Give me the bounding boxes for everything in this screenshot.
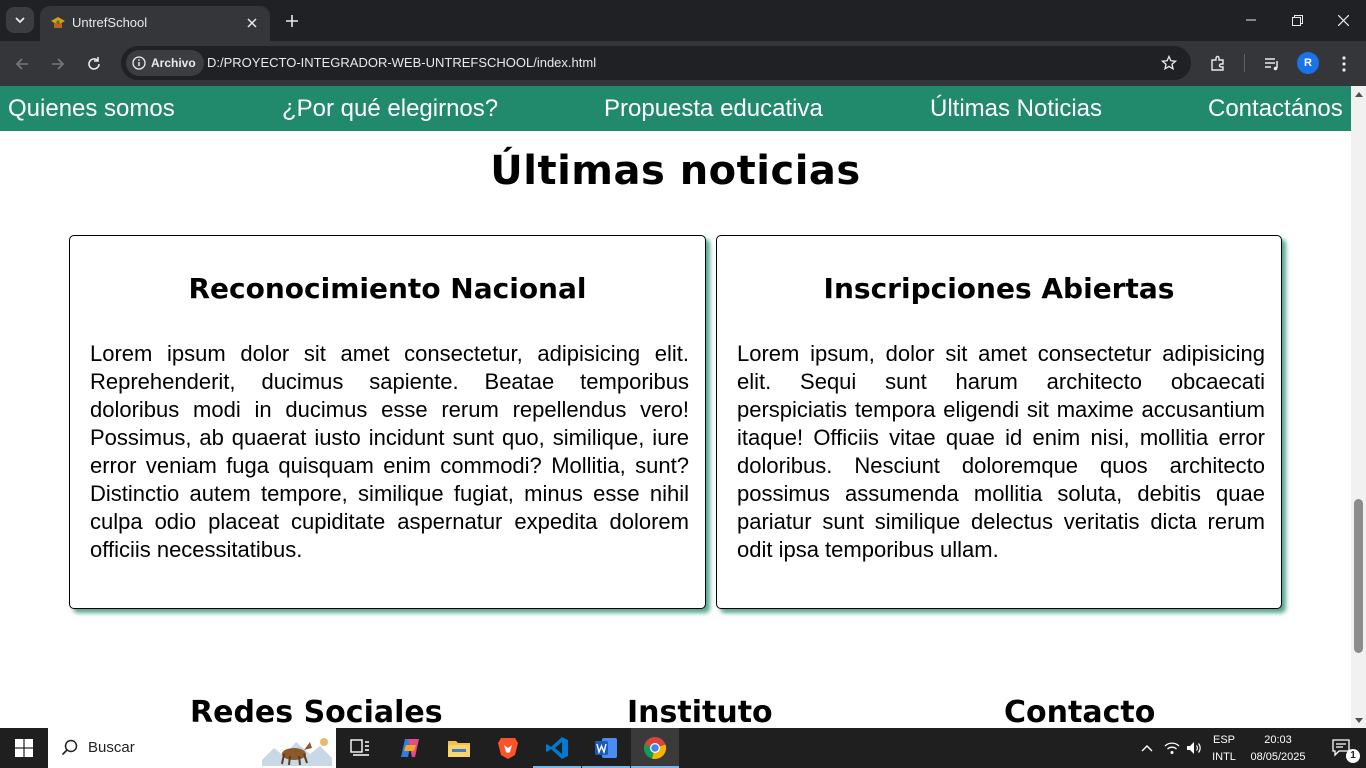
search-icon	[61, 739, 78, 756]
media-queue-icon	[1265, 58, 1278, 71]
start-button[interactable]	[0, 728, 48, 768]
browser-tab[interactable]: UntrefSchool	[40, 6, 270, 41]
page-scrollbar[interactable]	[1351, 86, 1366, 728]
scroll-thumb[interactable]	[1354, 499, 1363, 653]
taskbar-vscode[interactable]	[533, 728, 581, 768]
nav-link-contactanos[interactable]: Contactános	[1208, 95, 1343, 123]
media-controls-button[interactable]	[1258, 50, 1286, 78]
browser-tab-strip: UntrefSchool	[0, 0, 1366, 41]
reload-button[interactable]	[80, 50, 108, 78]
forward-button[interactable]	[44, 50, 72, 78]
news-section-title: Últimas noticias	[490, 148, 861, 194]
nav-link-por-que-elegirnos[interactable]: ¿Por qué elegirnos?	[282, 95, 498, 123]
input-language-bottom[interactable]: INTL	[1208, 750, 1240, 764]
footer-heading-redes-sociales: Redes Sociales	[190, 695, 443, 728]
nav-link-ultimas-noticias[interactable]: Últimas Noticias	[930, 95, 1102, 123]
taskbar-chrome[interactable]	[631, 728, 679, 768]
copilot-icon	[401, 739, 419, 757]
chevron-up-icon	[1141, 745, 1153, 752]
notification-center-button[interactable]: 1	[1318, 728, 1366, 768]
taskbar-brave[interactable]	[484, 728, 532, 768]
site-info-chip[interactable]: Archivo	[126, 50, 204, 76]
tab-search-button[interactable]	[6, 7, 34, 33]
windows-logo-icon	[15, 739, 33, 757]
news-card-body: Lorem ipsum dolor sit amet consectetur, …	[90, 341, 689, 562]
task-view-button[interactable]	[336, 728, 384, 768]
favicon-icon	[51, 17, 65, 28]
chrome-icon	[643, 737, 667, 760]
notification-count-badge: 1	[1346, 749, 1360, 763]
taskbar-word[interactable]	[582, 728, 630, 768]
minimize-button[interactable]	[1228, 0, 1274, 40]
scroll-down-button[interactable]	[1351, 713, 1366, 728]
search-highlight-illustration-icon	[262, 738, 332, 766]
wifi-icon	[1164, 742, 1180, 754]
profile-avatar[interactable]: R	[1297, 52, 1319, 74]
news-card-title: Inscripciones Abiertas	[823, 272, 1175, 305]
url-text[interactable]: D:/PROYECTO-INTEGRADOR-WEB-UNTREFSCHOOL/…	[207, 54, 596, 72]
clock-date[interactable]: 08/05/2025	[1246, 750, 1310, 764]
toolbar-separator	[1244, 54, 1245, 72]
network-status[interactable]	[1161, 728, 1183, 768]
clock-time[interactable]: 20:03	[1246, 733, 1310, 747]
nav-link-quienes-somos[interactable]: Quienes somos	[8, 95, 175, 123]
close-window-button[interactable]	[1320, 0, 1366, 40]
input-language-top[interactable]: ESP	[1208, 733, 1240, 747]
site-chip-label: Archivo	[151, 56, 196, 70]
footer-heading-instituto: Instituto	[627, 695, 773, 728]
chevron-down-icon	[15, 17, 25, 24]
extensions-button[interactable]	[1204, 50, 1232, 78]
news-card-body: Lorem ipsum, dolor sit amet consectetur …	[737, 341, 1265, 562]
folder-icon	[448, 741, 470, 757]
news-card: Reconocimiento Nacional Lorem ipsum dolo…	[69, 235, 706, 609]
show-hidden-icons-button[interactable]	[1135, 728, 1159, 768]
scroll-up-button[interactable]	[1351, 86, 1366, 101]
tab-title: UntrefSchool	[72, 15, 148, 30]
triangle-up-icon	[1354, 91, 1363, 97]
back-button[interactable]	[8, 50, 36, 78]
new-tab-button[interactable]	[280, 9, 304, 33]
taskbar-search[interactable]: Buscar	[48, 728, 336, 768]
taskbar-copilot[interactable]	[386, 728, 434, 768]
volume-control[interactable]	[1183, 728, 1205, 768]
footer-heading-contacto: Contacto	[1004, 695, 1156, 728]
puzzle-icon	[1211, 55, 1224, 71]
triangle-down-icon	[1354, 717, 1363, 723]
kebab-menu-icon	[1342, 56, 1346, 72]
news-card: Inscripciones Abiertas Lorem ipsum, dolo…	[716, 235, 1282, 609]
taskbar-file-explorer[interactable]	[435, 728, 483, 768]
vscode-icon	[546, 737, 568, 759]
nav-link-propuesta-educativa[interactable]: Propuesta educativa	[604, 95, 823, 123]
info-icon	[132, 56, 146, 70]
speaker-icon	[1187, 742, 1201, 754]
reload-icon	[88, 57, 100, 70]
arrow-right-icon	[52, 58, 65, 70]
site-nav: Quienes somos ¿Por qué elegirnos? Propue…	[0, 86, 1351, 131]
plus-icon	[286, 15, 298, 27]
close-icon	[1337, 14, 1349, 26]
task-view-icon	[350, 739, 369, 756]
tab-close-button[interactable]	[242, 13, 262, 33]
search-label: Buscar	[88, 739, 135, 756]
menu-button[interactable]	[1330, 50, 1358, 78]
address-bar[interactable]: Archivo D:/PROYECTO-INTEGRADOR-WEB-UNTRE…	[121, 46, 1191, 80]
browser-toolbar: Archivo D:/PROYECTO-INTEGRADOR-WEB-UNTRE…	[0, 41, 1366, 86]
bookmark-button[interactable]	[1157, 51, 1181, 75]
restore-button[interactable]	[1274, 0, 1320, 40]
close-icon	[247, 18, 257, 28]
arrow-left-icon	[15, 58, 28, 70]
news-card-title: Reconocimiento Nacional	[188, 272, 587, 305]
windows-taskbar: Buscar ESP INTL 20:03 08/05/2025 1	[0, 728, 1366, 768]
word-icon	[595, 738, 617, 758]
star-icon	[1161, 55, 1177, 71]
brave-lion-icon	[498, 738, 518, 759]
page-viewport: Quienes somos ¿Por qué elegirnos? Propue…	[0, 86, 1351, 728]
minimize-icon	[1246, 19, 1256, 21]
restore-icon	[1291, 14, 1303, 26]
